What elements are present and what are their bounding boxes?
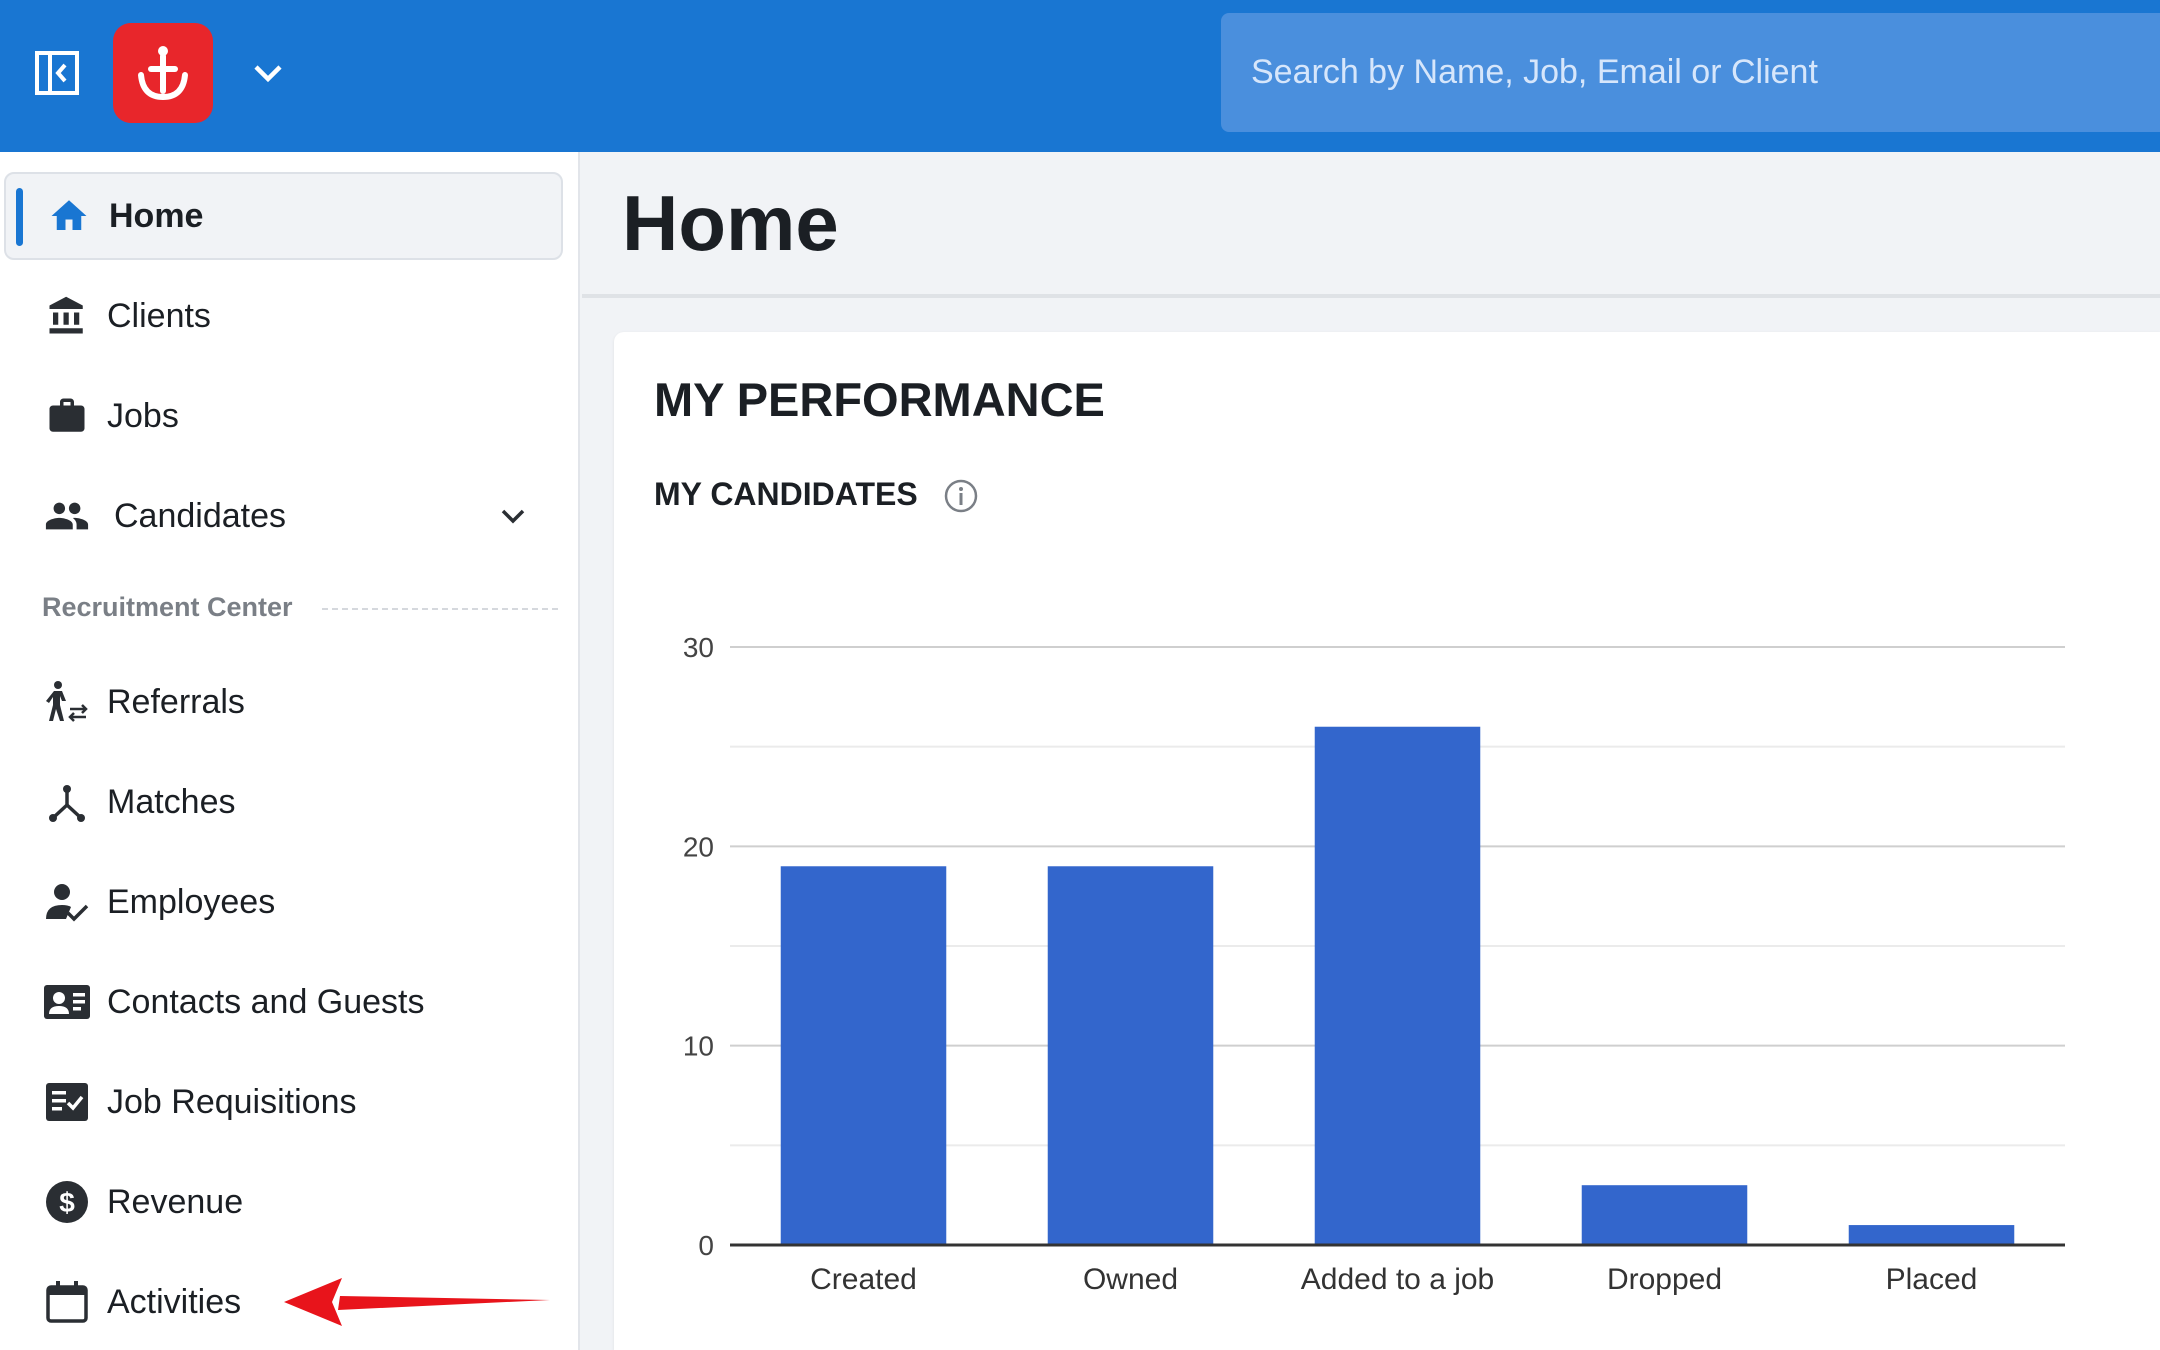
bank-icon	[42, 291, 92, 341]
chart-subtitle: MY CANDIDATES	[654, 476, 918, 512]
people-icon	[42, 491, 92, 541]
y-tick-label: 20	[683, 831, 714, 862]
bar	[1314, 726, 1481, 1245]
svg-text:$: $	[59, 1187, 75, 1218]
sidebar-item-label: Referrals	[107, 682, 245, 721]
app-logo[interactable]	[113, 23, 213, 123]
candidates-bar-chart: 0 10 20 30 Created Owned Added to a job Dropped…	[683, 632, 2065, 1296]
sidebar-item-revenue[interactable]: $ Revenue	[4, 1158, 563, 1246]
header-divider	[582, 294, 2160, 298]
sidebar-item-contacts-and-guests[interactable]: Contacts and Guests	[4, 958, 563, 1046]
sidebar-item-employees[interactable]: Employees	[4, 858, 563, 946]
section-label: Recruitment Center	[42, 592, 293, 622]
x-tick-label: Added to a job	[1301, 1263, 1495, 1296]
checklist-icon	[42, 1077, 92, 1127]
contact-card-icon	[42, 977, 92, 1027]
sidebar-item-label: Candidates	[114, 496, 287, 535]
chevron-down-icon[interactable]	[493, 496, 533, 536]
sidebar-item-label: Home	[109, 196, 204, 235]
sidebar-item-label: Clients	[107, 296, 211, 335]
sidebar-item-label: Revenue	[107, 1182, 244, 1221]
sidebar-item-referrals[interactable]: Referrals	[4, 658, 563, 746]
search-input[interactable]	[1221, 13, 2160, 132]
sidebar-item-label: Matches	[107, 782, 236, 821]
y-tick-label: 10	[683, 1031, 714, 1062]
sidebar-item-label: Activities	[107, 1282, 242, 1321]
info-icon[interactable]	[943, 478, 979, 514]
sidebar-toggle-icon[interactable]	[34, 50, 80, 96]
referral-icon	[42, 677, 92, 727]
x-tick-label: Owned	[1083, 1263, 1178, 1296]
y-tick-label: 30	[683, 632, 714, 663]
x-tick-label: Created	[810, 1263, 917, 1296]
sidebar-item-candidates[interactable]: Candidates	[4, 472, 563, 560]
active-indicator	[16, 188, 23, 246]
dollar-circle-icon: $	[42, 1177, 92, 1227]
sidebar-item-label: Employees	[107, 882, 276, 921]
sidebar-item-matches[interactable]: Matches	[4, 758, 563, 846]
bar	[1848, 1225, 2015, 1245]
section-divider	[322, 608, 558, 610]
person-check-icon	[42, 877, 92, 927]
sidebar-item-clients[interactable]: Clients	[4, 272, 563, 360]
card-title: MY PERFORMANCE	[654, 373, 1105, 426]
sidebar-item-label: Job Requisitions	[107, 1082, 357, 1121]
briefcase-icon	[42, 391, 92, 441]
sidebar-item-home[interactable]: Home	[4, 172, 563, 260]
sidebar-item-label: Jobs	[107, 396, 179, 435]
page-title: Home	[622, 179, 839, 267]
bar	[1047, 866, 1214, 1245]
search-bar[interactable]	[1221, 13, 2160, 132]
sidebar-item-label: Contacts and Guests	[107, 982, 425, 1021]
y-tick-label: 0	[698, 1230, 714, 1261]
bar	[780, 866, 947, 1245]
x-tick-label: Placed	[1886, 1263, 1978, 1296]
merge-icon	[42, 777, 92, 827]
sidebar-item-job-requisitions[interactable]: Job Requisitions	[4, 1058, 563, 1146]
home-icon	[44, 191, 94, 241]
sidebar-item-jobs[interactable]: Jobs	[4, 372, 563, 460]
chevron-down-icon[interactable]	[248, 56, 288, 92]
top-bar	[0, 0, 2160, 152]
x-tick-label: Dropped	[1607, 1263, 1722, 1296]
bar	[1581, 1185, 1748, 1245]
calendar-icon	[42, 1277, 92, 1327]
annotation-arrow	[284, 1278, 550, 1326]
